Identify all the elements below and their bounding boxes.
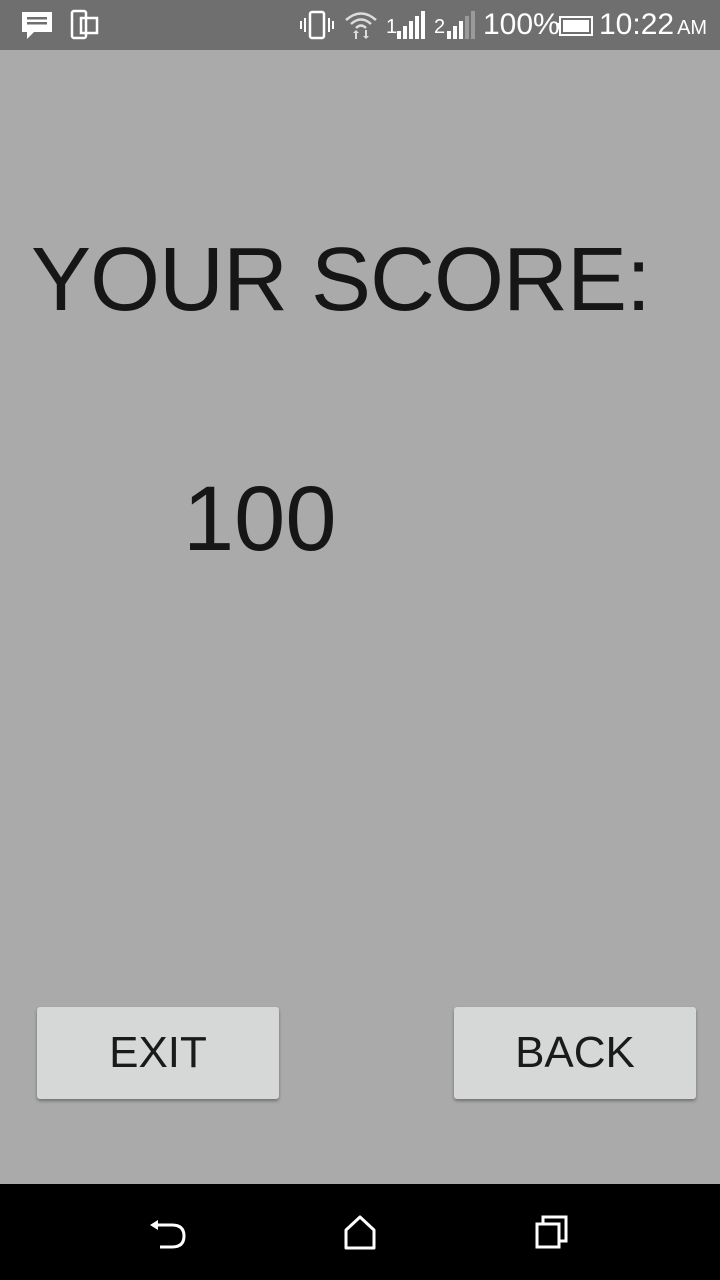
status-bar: 1 2 100% 10:22 AM (0, 0, 720, 50)
home-nav-icon[interactable] (338, 1212, 382, 1252)
signal-sim2-icon (447, 11, 475, 39)
score-label: YOUR SCORE: (31, 230, 651, 330)
message-icon (22, 12, 52, 39)
clock-time: 10:22 (599, 8, 675, 41)
score-value: 100 (183, 468, 337, 570)
back-nav-icon[interactable] (146, 1212, 190, 1252)
recents-nav-icon[interactable] (530, 1212, 574, 1252)
back-button[interactable]: BACK (454, 1007, 696, 1099)
phone-screen-icon (70, 9, 99, 40)
exit-button[interactable]: EXIT (37, 1007, 279, 1099)
clock: 10:22 AM (599, 6, 707, 47)
battery-percent: 100% (483, 8, 560, 41)
sim2-label: 2 (434, 16, 446, 38)
battery-icon (557, 16, 593, 36)
clock-ampm: AM (677, 17, 708, 39)
wifi-icon (345, 12, 377, 39)
vibrate-icon (300, 10, 334, 40)
signal-sim1-icon (397, 11, 425, 39)
navigation-bar (0, 1184, 720, 1280)
